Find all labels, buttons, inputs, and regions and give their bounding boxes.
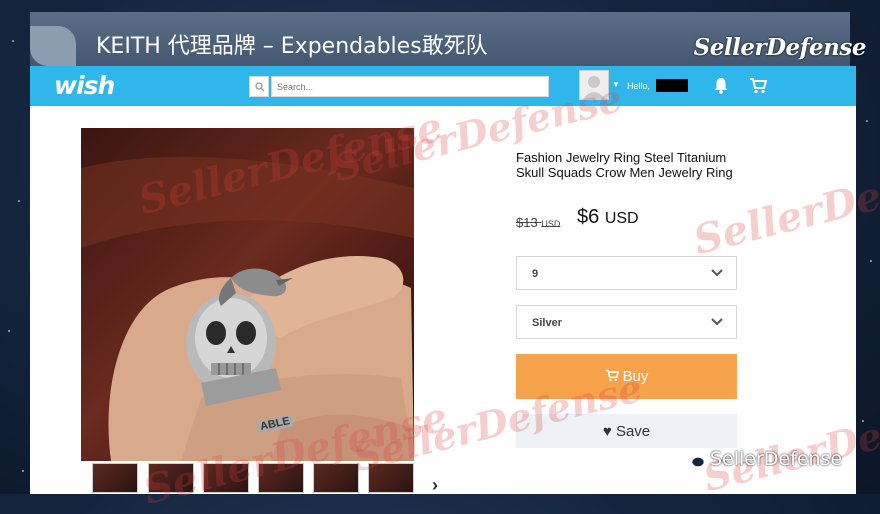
thumbnail[interactable]: [258, 463, 304, 493]
thumbnail[interactable]: [148, 463, 194, 493]
wechat-icon: [682, 450, 706, 468]
original-price: $13 USD: [516, 215, 560, 230]
chevron-down-icon[interactable]: ▼: [612, 80, 620, 89]
search-input[interactable]: [271, 76, 549, 97]
user-greeting: Hello,: [627, 81, 651, 91]
chevron-down-icon: [711, 318, 723, 326]
save-button-label: Save: [615, 422, 651, 440]
chevron-down-icon: [711, 269, 723, 277]
thumbnail[interactable]: [203, 463, 249, 493]
thumbnail[interactable]: [368, 463, 414, 493]
wish-header: wish ▼ Hello,: [30, 66, 856, 106]
search-icon: [255, 82, 265, 92]
color-select-value: Silver: [532, 317, 562, 329]
thumbnail[interactable]: [92, 463, 138, 493]
footer-credit: SellerDefense: [682, 448, 842, 470]
redacted-username: [656, 79, 688, 92]
footer-credit-text: SellerDefense: [710, 448, 843, 470]
color-select[interactable]: Silver: [516, 305, 737, 339]
save-button[interactable]: ♥ Save: [516, 414, 737, 448]
bell-icon[interactable]: [713, 77, 729, 94]
sale-price: $6 USD: [577, 206, 639, 229]
banner-decoration: [30, 26, 76, 66]
sale-price-value: $6: [577, 206, 600, 228]
cart-icon: [605, 369, 619, 382]
search-button[interactable]: [249, 76, 269, 97]
buy-button-label: Buy: [622, 368, 649, 385]
wish-logo[interactable]: wish: [54, 71, 115, 100]
original-price-value: $13: [516, 215, 538, 230]
product-title: Fashion Jewelry Ring Steel Titanium Skul…: [516, 150, 733, 180]
size-select-value: 9: [532, 268, 539, 280]
thumbnail[interactable]: [313, 463, 359, 493]
user-avatar-icon: [580, 71, 608, 99]
wish-product-page: wish ▼ Hello,: [30, 66, 856, 494]
sale-price-currency: USD: [604, 210, 639, 227]
sellerdefense-logo: SellerDefense: [693, 34, 867, 61]
cart-icon[interactable]: [749, 77, 767, 94]
buy-button[interactable]: Buy: [516, 354, 737, 399]
product-image[interactable]: ABLE: [81, 128, 414, 461]
heart-icon: ♥: [602, 422, 612, 440]
chevron-right-icon[interactable]: ›: [432, 475, 438, 494]
skull-ring-photo: [81, 156, 414, 461]
slide-title: KEITH 代理品牌 – Expendables敢死队: [96, 34, 488, 59]
size-select[interactable]: 9: [516, 256, 737, 290]
original-price-currency: USD: [541, 219, 561, 229]
avatar[interactable]: [579, 70, 609, 100]
